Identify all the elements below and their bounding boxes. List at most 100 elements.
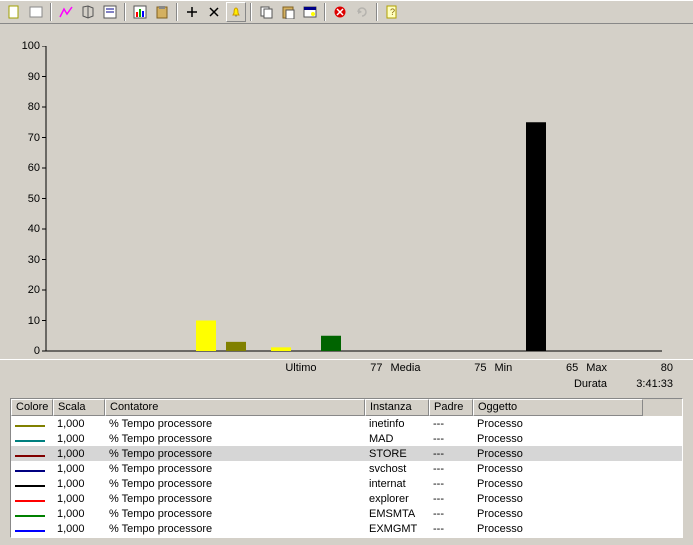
table-row[interactable]: 1,000% Tempo processoreMAD---Processo (11, 431, 682, 446)
cell-padre: --- (429, 418, 473, 430)
ytick-label: 0 (18, 345, 40, 357)
cell-oggetto: Processo (473, 448, 643, 460)
ytick-label: 70 (18, 132, 40, 144)
stat-max-label: Max (586, 362, 607, 374)
cell-padre: --- (429, 463, 473, 475)
cell-scala: 1,000 (53, 463, 105, 475)
delete-btn[interactable] (204, 2, 224, 22)
toolbar: ? (0, 0, 693, 24)
ytick-label: 60 (18, 162, 40, 174)
ytick-label: 50 (18, 193, 40, 205)
cell-padre: --- (429, 493, 473, 505)
cell-instanza: EXMGMT (365, 523, 429, 535)
ytick-label: 10 (18, 315, 40, 327)
report-btn[interactable] (100, 2, 120, 22)
cell-instanza: internat (365, 478, 429, 490)
cell-instanza: STORE (365, 448, 429, 460)
stat-ultimo-label: Ultimo (285, 362, 316, 374)
ytick-label: 100 (18, 40, 40, 52)
color-swatch (15, 470, 45, 472)
cell-contatore: % Tempo processore (105, 463, 365, 475)
chart-svg (22, 46, 667, 362)
cell-instanza: EMSMTA (365, 508, 429, 520)
table-row[interactable]: 1,000% Tempo processoreinetinfo---Proces… (11, 416, 682, 431)
cell-oggetto: Processo (473, 523, 643, 535)
durata-value: 3:41:33 (611, 378, 673, 390)
copy-btn[interactable] (256, 2, 276, 22)
cell-oggetto: Processo (473, 463, 643, 475)
th-contatore[interactable]: Contatore (105, 399, 365, 416)
cell-instanza: MAD (365, 433, 429, 445)
bar (226, 342, 246, 351)
th-scala[interactable]: Scala (53, 399, 105, 416)
cell-oggetto: Processo (473, 418, 643, 430)
th-oggetto[interactable]: Oggetto (473, 399, 643, 416)
cell-scala: 1,000 (53, 448, 105, 460)
table-row[interactable]: 1,000% Tempo processoresvchost---Process… (11, 461, 682, 476)
cell-scala: 1,000 (53, 508, 105, 520)
freeze-btn[interactable] (330, 2, 350, 22)
color-swatch (15, 485, 45, 487)
chart-display-btn[interactable] (130, 2, 150, 22)
table-header: Colore Scala Contatore Instanza Padre Og… (11, 399, 682, 416)
color-swatch (15, 500, 45, 502)
cell-padre: --- (429, 448, 473, 460)
th-padre[interactable]: Padre (429, 399, 473, 416)
stat-media-label: Media (391, 362, 421, 374)
table-row[interactable]: 1,000% Tempo processoreSTORE---Processo (11, 446, 682, 461)
histogram-btn[interactable] (78, 2, 98, 22)
cell-contatore: % Tempo processore (105, 433, 365, 445)
clipboard-btn[interactable] (152, 2, 172, 22)
cell-oggetto: Processo (473, 493, 643, 505)
th-instanza[interactable]: Instanza (365, 399, 429, 416)
paste-btn[interactable] (278, 2, 298, 22)
cell-scala: 1,000 (53, 493, 105, 505)
cell-oggetto: Processo (473, 508, 643, 520)
stat-min-label: Min (494, 362, 512, 374)
th-colore[interactable]: Colore (11, 399, 53, 416)
color-swatch (15, 425, 45, 427)
color-swatch (15, 455, 45, 457)
cell-oggetto: Processo (473, 433, 643, 445)
stat-media-value: 75 (424, 362, 486, 374)
stats-row: Ultimo 77 Media 75 Min 65 Max 80 (0, 360, 693, 376)
chart: 0102030405060708090100 (0, 24, 693, 360)
svg-text:?: ? (390, 7, 395, 17)
cell-contatore: % Tempo processore (105, 418, 365, 430)
new-window-btn[interactable] (26, 2, 46, 22)
add-btn[interactable] (182, 2, 202, 22)
stat-ultimo-value: 77 (321, 362, 383, 374)
cell-scala: 1,000 (53, 418, 105, 430)
cell-scala: 1,000 (53, 478, 105, 490)
table-row[interactable]: 1,000% Tempo processoreexplorer---Proces… (11, 491, 682, 506)
table-row[interactable]: 1,000% Tempo processoreEMSMTA---Processo (11, 506, 682, 521)
new-counter-btn[interactable] (4, 2, 24, 22)
help-btn[interactable]: ? (382, 2, 402, 22)
cell-padre: --- (429, 478, 473, 490)
properties-btn[interactable] (300, 2, 320, 22)
counter-table: Colore Scala Contatore Instanza Padre Og… (10, 398, 683, 538)
stat-min-value: 65 (516, 362, 578, 374)
ytick-label: 80 (18, 101, 40, 113)
cell-contatore: % Tempo processore (105, 493, 365, 505)
table-body[interactable]: 1,000% Tempo processoreinetinfo---Proces… (11, 416, 682, 537)
cell-padre: --- (429, 508, 473, 520)
ytick-label: 90 (18, 71, 40, 83)
bar (271, 347, 291, 351)
table-row[interactable]: 1,000% Tempo processoreEXMGMT---Processo (11, 521, 682, 536)
durata-label: Durata (574, 378, 607, 390)
table-row[interactable]: 1,000% Tempo processoreinternat---Proces… (11, 476, 682, 491)
ytick-label: 30 (18, 254, 40, 266)
ytick-label: 20 (18, 284, 40, 296)
durata-row: Durata 3:41:33 (0, 376, 693, 392)
color-swatch (15, 440, 45, 442)
cell-contatore: % Tempo processore (105, 478, 365, 490)
color-swatch (15, 530, 45, 532)
cell-contatore: % Tempo processore (105, 508, 365, 520)
cell-scala: 1,000 (53, 523, 105, 535)
color-swatch (15, 515, 45, 517)
graph-view-btn[interactable] (56, 2, 76, 22)
cell-padre: --- (429, 523, 473, 535)
cell-scala: 1,000 (53, 433, 105, 445)
highlight-btn[interactable] (226, 2, 246, 22)
